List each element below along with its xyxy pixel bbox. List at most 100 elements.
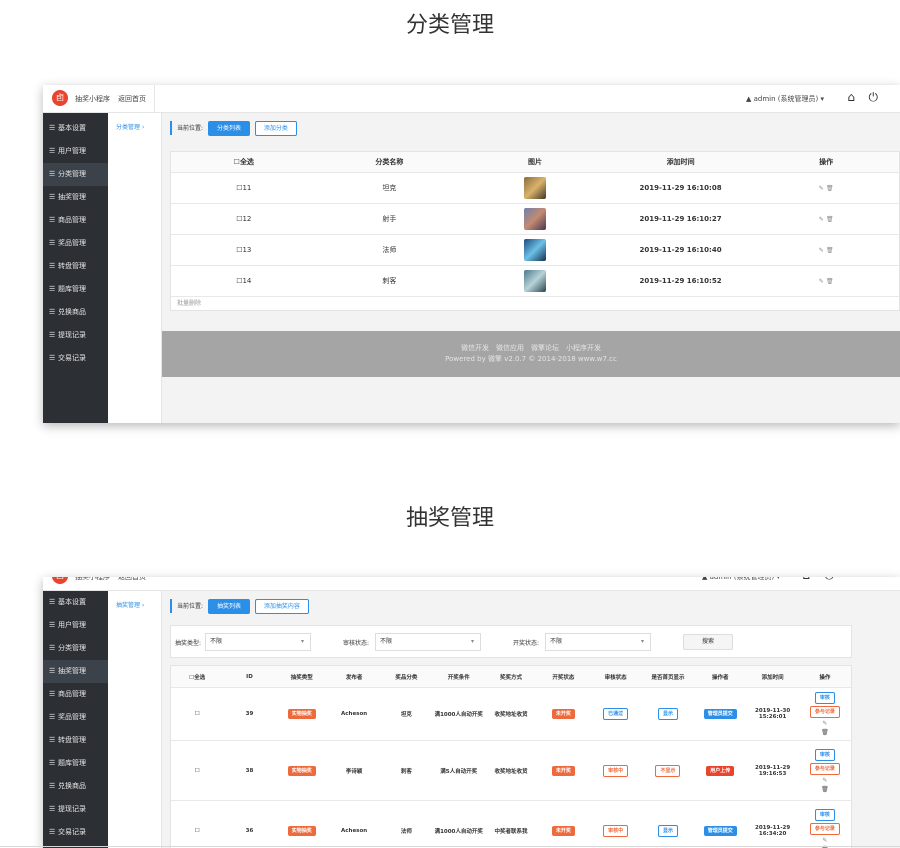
- sidebar-item-active[interactable]: ☰ 抽奖管理: [43, 660, 108, 683]
- home-icon[interactable]: ⌂: [847, 90, 855, 104]
- sidebar-item[interactable]: ☰ 兑换商品: [43, 775, 108, 798]
- sub-menu-item[interactable]: 分类管理 ›: [108, 122, 161, 131]
- filter-open-label: 开奖状态:: [513, 640, 540, 647]
- sidebar-item[interactable]: ☰ 用户管理: [43, 140, 108, 163]
- menu-icon: ☰: [49, 262, 56, 270]
- edit-icon[interactable]: ✎: [819, 247, 824, 254]
- review-button[interactable]: 审核: [814, 748, 835, 761]
- app-logo: 卣: [52, 90, 68, 106]
- sidebar-item[interactable]: ☰ 抽奖管理: [43, 186, 108, 209]
- sub-menu-item[interactable]: 抽奖管理 ›: [108, 600, 161, 609]
- tab-add-lottery[interactable]: 添加抽奖内容: [254, 599, 309, 614]
- row-category: 法师: [400, 828, 412, 835]
- main-content: 当前位置: 分类列表 添加分类 ☐全选 分类名称 图片 添加时间 操作 ☐11 …: [162, 113, 900, 423]
- review-button[interactable]: 审核: [814, 808, 835, 821]
- header-open: 开奖状态: [552, 674, 575, 681]
- footer-links[interactable]: 微信开发 微信应用 微擎论坛 小程序开发: [162, 343, 900, 354]
- power-icon[interactable]: ⏻: [825, 577, 835, 583]
- record-button[interactable]: 参与记录: [809, 762, 840, 775]
- record-button[interactable]: 参与记录: [809, 706, 840, 718]
- header-id: ID: [246, 673, 253, 680]
- topbar-divider: [154, 85, 155, 113]
- sidebar-item[interactable]: ☰ 交易记录: [43, 821, 108, 844]
- sidebar-item[interactable]: ☰ 奖品管理: [43, 706, 108, 729]
- home-display-tag: 显示: [657, 824, 678, 837]
- review-status-tag: 审核中: [603, 824, 629, 837]
- sidebar-item[interactable]: ☰ 基本设置: [43, 591, 108, 614]
- tab-add-category[interactable]: 添加分类: [254, 121, 297, 136]
- delete-icon[interactable]: 🗑: [826, 278, 834, 285]
- row-time: 2019-11-29 16:10:08: [639, 184, 722, 192]
- header-select-all[interactable]: ☐全选: [171, 673, 223, 681]
- sidebar-item[interactable]: ☰ 题库管理: [43, 752, 108, 775]
- sidebar-item-active[interactable]: ☰ 分类管理: [43, 163, 108, 186]
- home-icon[interactable]: ⌂: [802, 577, 810, 582]
- review-status-tag: 已通过: [603, 708, 629, 720]
- row-checkbox[interactable]: ☐14: [171, 277, 317, 285]
- home-display-tag: 不显示: [655, 764, 681, 777]
- row-checkbox[interactable]: ☐: [171, 828, 223, 834]
- filter-review-select[interactable]: 不限 ▾: [375, 633, 481, 651]
- sidebar-item[interactable]: ☰ 题库管理: [43, 278, 108, 301]
- sidebar-item[interactable]: ☰ 基本设置: [43, 117, 108, 140]
- category-table: ☐全选 分类名称 图片 添加时间 操作 ☐11 坦克 2019-11-29 16…: [170, 151, 900, 311]
- menu-icon: ☰: [49, 216, 56, 224]
- table-row: ☐ 39 实物抽奖 Acheson 坦克 满1000人自动开奖 收奖地址收货 未…: [171, 688, 851, 741]
- delete-icon[interactable]: 🗑: [821, 786, 829, 793]
- search-button[interactable]: 搜索: [683, 634, 733, 650]
- row-time: 2019-11-29 16:10:40: [639, 246, 722, 254]
- record-button[interactable]: 参与记录: [809, 822, 840, 835]
- row-checkbox[interactable]: ☐: [171, 711, 223, 717]
- row-checkbox[interactable]: ☐12: [171, 215, 317, 223]
- review-status-tag: 审核中: [603, 764, 629, 777]
- tab-category-list[interactable]: 分类列表: [207, 121, 250, 136]
- sidebar-item[interactable]: ☰ 提现记录: [43, 798, 108, 821]
- batch-delete-button[interactable]: 批量删除: [171, 297, 899, 310]
- header-select-all[interactable]: ☐全选: [171, 157, 317, 167]
- row-checkbox[interactable]: ☐11: [171, 184, 317, 192]
- menu-icon: ☰: [49, 239, 56, 247]
- delete-icon[interactable]: 🗑: [826, 247, 834, 254]
- category-screenshot: 卣 抽奖小程序 返回首页 ▲ admin (系统管理员) ▾ ⌂ ⏻ ☰ 基本设置…: [43, 85, 900, 423]
- filter-open-select[interactable]: 不限 ▾: [545, 633, 651, 651]
- operator-tag: 管理员提交: [703, 825, 737, 836]
- back-home-link[interactable]: 返回首页: [118, 94, 146, 104]
- power-icon[interactable]: ⏻: [869, 90, 879, 105]
- row-checkbox[interactable]: ☐: [171, 768, 223, 774]
- sidebar-item[interactable]: ☰ 奖品管理: [43, 232, 108, 255]
- edit-icon[interactable]: ✎: [822, 720, 827, 727]
- delete-icon[interactable]: 🗑: [826, 185, 834, 192]
- back-home-link[interactable]: 返回首页: [118, 577, 146, 582]
- section-title-lottery: 抽奖管理: [405, 506, 494, 531]
- row-condition: 满1000人自动开奖: [434, 828, 483, 835]
- lottery-screenshot: 卣 抽奖小程序 返回首页 ▲ admin (系统管理员) ▾ ⌂ ⏻ ☰基本设置…: [43, 577, 900, 848]
- filter-type-select[interactable]: 不限 ▾: [205, 633, 311, 651]
- row-checkbox[interactable]: ☐13: [171, 246, 317, 254]
- row-method: 中奖者联系我: [494, 828, 528, 835]
- sidebar-item[interactable]: ☰ 商品管理: [43, 683, 108, 706]
- sidebar-item[interactable]: ☰ 交易记录: [43, 347, 108, 370]
- sidebar-item[interactable]: ☰ 转盘管理: [43, 255, 108, 278]
- sidebar-item[interactable]: ☰ 分类管理: [43, 637, 108, 660]
- tab-lottery-list[interactable]: 抽奖列表: [207, 599, 250, 614]
- review-button[interactable]: 审核: [814, 692, 835, 704]
- edit-icon[interactable]: ✎: [819, 216, 824, 223]
- edit-icon[interactable]: ✎: [819, 278, 824, 285]
- delete-icon[interactable]: 🗑: [821, 729, 829, 736]
- sidebar-item[interactable]: ☰ 转盘管理: [43, 729, 108, 752]
- edit-icon[interactable]: ✎: [822, 777, 827, 784]
- sidebar-item[interactable]: ☰ 提现记录: [43, 324, 108, 347]
- menu-icon: ☰: [49, 690, 56, 698]
- row-id: 38: [245, 767, 254, 774]
- sidebar-item[interactable]: ☰ 兑换商品: [43, 301, 108, 324]
- edit-icon[interactable]: ✎: [819, 185, 824, 192]
- sidebar-item[interactable]: ☰ 商品管理: [43, 209, 108, 232]
- menu-icon: ☰: [49, 667, 56, 675]
- row-id: 36: [245, 827, 254, 834]
- delete-icon[interactable]: 🗑: [826, 216, 834, 223]
- sidebar-item[interactable]: ☰ 用户管理: [43, 614, 108, 637]
- edit-icon[interactable]: ✎: [822, 837, 827, 844]
- user-menu[interactable]: ▲ admin (系统管理员) ▾: [746, 94, 824, 104]
- header-home: 是否首页显示: [651, 674, 685, 681]
- user-menu[interactable]: ▲ admin (系统管理员) ▾: [702, 577, 780, 582]
